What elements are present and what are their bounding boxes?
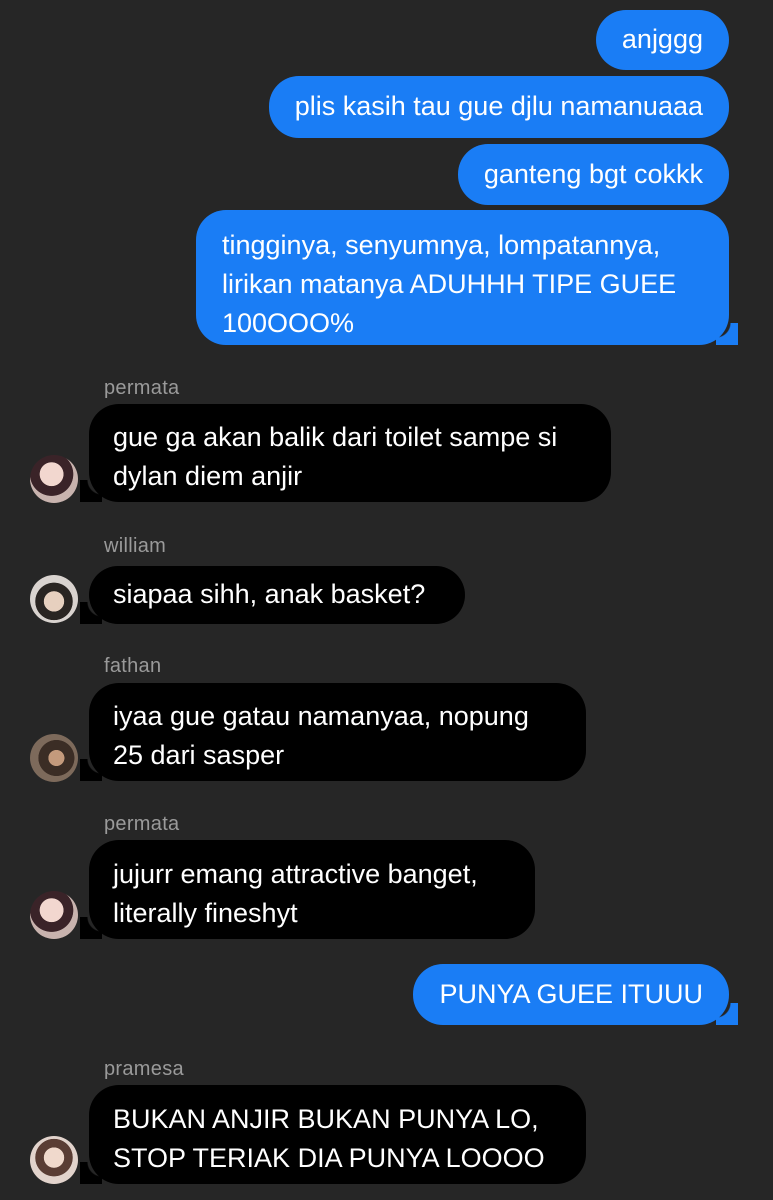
message-text: lirikan matanya ADUHHH TIPE GUEE <box>222 269 677 299</box>
sender-name: william <box>104 535 167 557</box>
message-text: STOP TERIAK DIA PUNYA LOOOO <box>113 1143 545 1173</box>
message-text: plis kasih tau gue djlu namanuaaa <box>294 91 703 121</box>
message-text: ganteng bgt cokkk <box>483 159 703 189</box>
message-text: jujurr emang attractive banget, <box>113 859 478 889</box>
message-text: PUNYA GUEE ITUUU <box>439 979 703 1009</box>
incoming-message[interactable]: jujurr emang attractive banget, literall… <box>80 840 535 939</box>
incoming-message[interactable]: BUKAN ANJIR BUKAN PUNYA LO, STOP TERIAK … <box>80 1085 586 1184</box>
message-text: 100OOO% <box>222 308 355 338</box>
sender-name: permata <box>104 813 180 835</box>
incoming-message[interactable]: iyaa gue gatau namanyaa, nopung 25 dari … <box>80 683 586 781</box>
incoming-message[interactable]: gue ga akan balik dari toilet sampe si d… <box>80 404 611 502</box>
outgoing-message[interactable]: tingginya, senyumnya, lompatannya, lirik… <box>196 210 738 345</box>
permata-avatar[interactable] <box>30 891 78 939</box>
message-text: dylan diem anjir <box>113 461 303 491</box>
outgoing-message[interactable]: plis kasih tau gue djlu namanuaaa <box>268 76 729 138</box>
incoming-message[interactable]: siapaa sihh, anak basket? <box>80 566 465 624</box>
outgoing-message[interactable]: ganteng bgt cokkk <box>457 144 729 205</box>
message-text: gue ga akan balik dari toilet sampe si <box>113 422 558 452</box>
message-text: iyaa gue gatau namanyaa, nopung <box>113 701 529 731</box>
sender-name: pramesa <box>104 1058 184 1080</box>
sender-name: fathan <box>104 655 162 677</box>
permata-avatar[interactable] <box>30 455 78 503</box>
william-avatar[interactable] <box>30 575 78 623</box>
message-text: literally fineshyt <box>113 898 298 928</box>
message-text: anjggg <box>621 24 703 54</box>
fathan-avatar[interactable] <box>30 734 78 782</box>
pramesa-avatar[interactable] <box>30 1136 78 1184</box>
message-text: siapaa sihh, anak basket? <box>113 579 426 609</box>
message-text: BUKAN ANJIR BUKAN PUNYA LO, <box>113 1104 539 1134</box>
outgoing-message[interactable]: anjggg <box>595 10 729 70</box>
outgoing-message[interactable]: PUNYA GUEE ITUUU <box>413 964 738 1025</box>
chat-thread: anjggg plis kasih tau gue djlu namanuaaa… <box>0 0 773 1200</box>
message-text: tingginya, senyumnya, lompatannya, <box>222 230 661 260</box>
sender-name: permata <box>104 377 180 399</box>
message-text: 25 dari sasper <box>113 740 285 770</box>
